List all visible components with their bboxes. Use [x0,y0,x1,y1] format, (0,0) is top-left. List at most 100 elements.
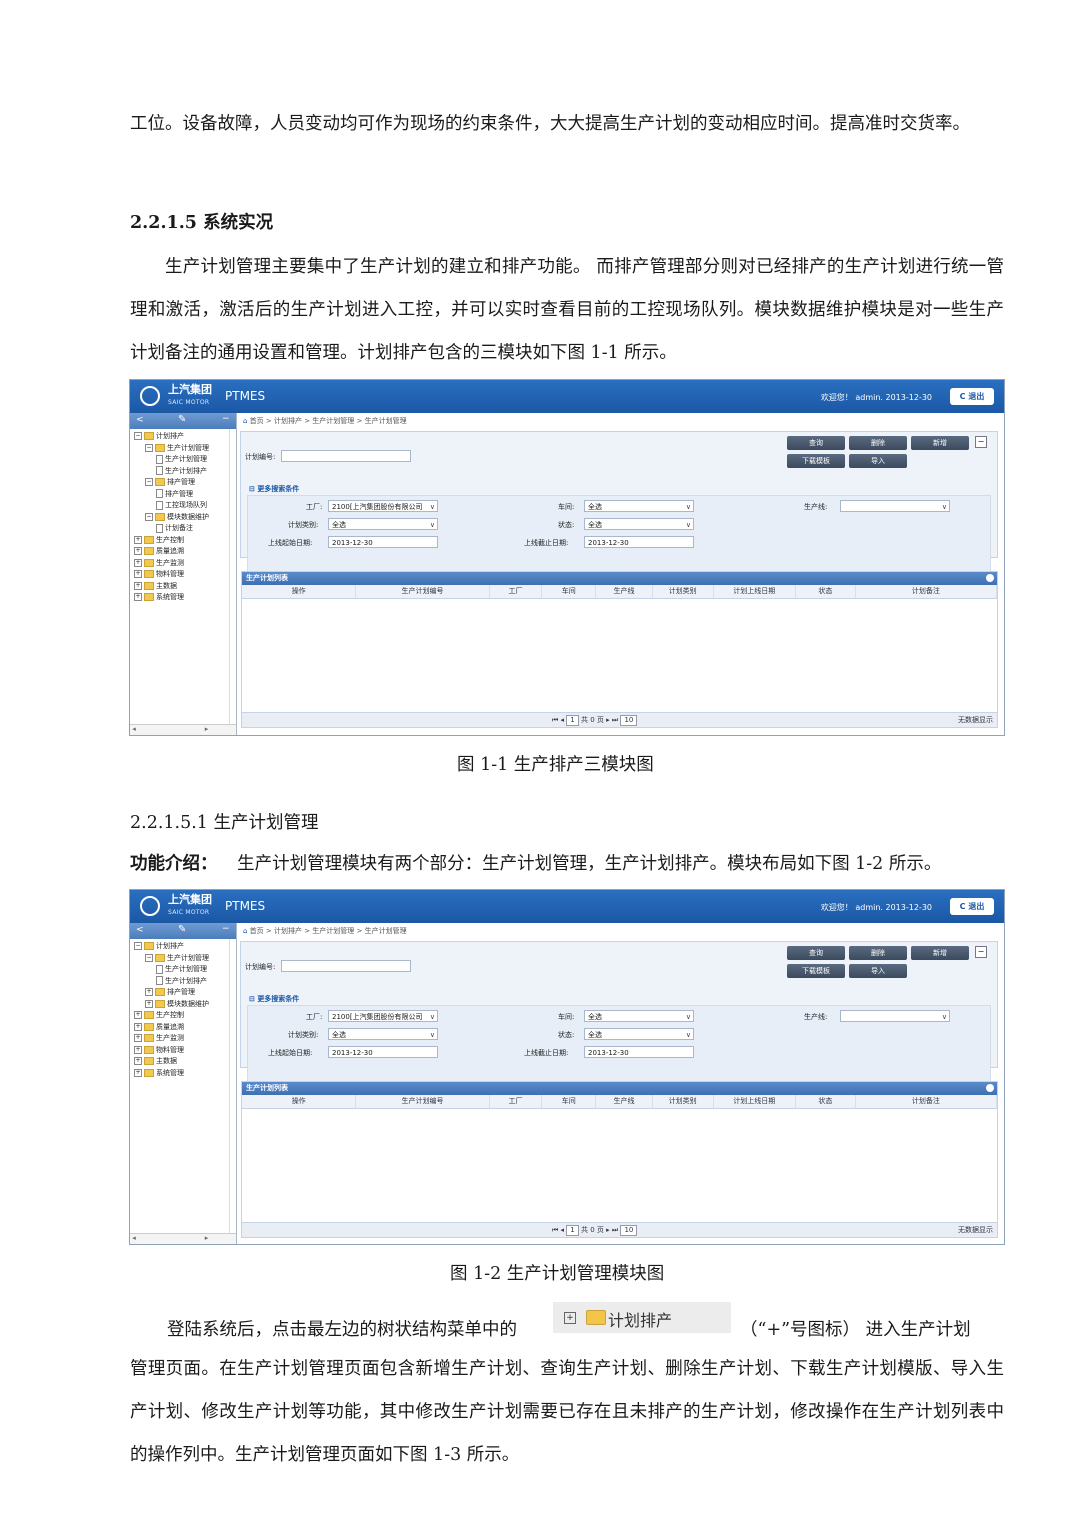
line-select[interactable] [840,1010,950,1022]
column-header[interactable]: 工厂 [490,1095,543,1108]
tree-item[interactable]: 生产计划排产 [130,976,209,988]
add-button[interactable]: 新增 [911,946,969,960]
download-template-button[interactable]: 下载模板 [787,454,845,468]
factory-select[interactable]: 2100[上汽集团股份有限公司 [328,500,438,512]
column-header[interactable]: 状态 [796,585,856,598]
plan-type-select[interactable]: 全选 [328,1028,438,1040]
column-header[interactable]: 计划备注 [856,585,998,598]
end-date-input[interactable]: 2013-12-30 [584,1046,694,1058]
sidebar-scrollbar[interactable] [229,429,236,725]
column-header[interactable]: 计划备注 [856,1095,998,1108]
collapse-node-icon[interactable]: − [145,512,153,521]
home-icon[interactable]: ⌂ [243,927,250,935]
expand-icon[interactable]: + [134,1011,142,1019]
expand-icon[interactable]: + [134,581,142,590]
sidebar-hscrollbar[interactable]: ◂ ▸ [130,1233,236,1244]
expand-icon[interactable]: + [134,1057,142,1065]
tree-item[interactable]: − 排产管理 [130,477,209,489]
collapse-node-icon[interactable]: − [134,942,142,950]
prev-page-icon[interactable]: ◂ [561,716,565,724]
collapse-icon[interactable]: < [136,415,144,425]
next-page-icon[interactable]: ▸ [606,1226,610,1234]
start-date-input[interactable]: 2013-12-30 [328,1046,438,1058]
tree-item[interactable]: − 计划排产 [130,431,209,443]
expand-icon[interactable]: + [134,1045,142,1054]
tree-item[interactable]: 工控现场队列 [130,500,209,512]
tree-item[interactable]: 生产计划排产 [130,466,209,478]
query-button[interactable]: 查询 [787,436,845,450]
column-header[interactable]: 操作 [242,1095,357,1108]
last-page-icon[interactable]: ⏭ [612,1226,618,1234]
expand-icon[interactable]: + [134,593,142,601]
tree-item[interactable]: − 模块数据维护 [130,512,209,524]
tree-item[interactable]: + 主数据 [130,581,209,593]
workshop-select[interactable]: 全选 [584,500,694,512]
factory-select[interactable]: 2100[上汽集团股份有限公司 [328,1010,438,1022]
column-header[interactable]: 工厂 [490,585,543,598]
sidebar-scrollbar[interactable] [229,939,236,1234]
tree-item[interactable]: − 生产计划管理 [130,953,209,965]
tree-item[interactable]: + 生产监测 [130,1033,209,1045]
expand-icon[interactable]: + [134,1022,142,1031]
collapse-panel-icon[interactable]: − [975,436,987,448]
plan-no-input[interactable] [281,450,411,462]
tree-item[interactable]: + 质量追溯 [130,1022,209,1034]
collapse-node-icon[interactable]: − [145,953,153,962]
delete-button[interactable]: 删除 [849,436,907,450]
first-page-icon[interactable]: ⏮ [552,1226,558,1234]
tree-item[interactable]: + 生产控制 [130,535,209,547]
plan-no-input[interactable] [281,960,411,972]
column-header[interactable]: 生产线 [596,1095,653,1108]
column-header[interactable]: 生产线 [596,585,653,598]
collapse-icon[interactable]: < [136,925,144,935]
expand-icon[interactable]: + [134,1068,142,1077]
column-header[interactable]: 计划类别 [653,1095,714,1108]
page-size-select[interactable]: 10 [620,715,638,726]
download-template-button[interactable]: 下载模板 [787,964,845,978]
tree-item[interactable]: + 物料管理 [130,1045,209,1057]
line-select[interactable] [840,500,950,512]
add-button[interactable]: 新增 [911,436,969,450]
workshop-select[interactable]: 全选 [584,1010,694,1022]
plan-type-select[interactable]: 全选 [328,518,438,530]
more-conditions-toggle[interactable]: ⊟ 更多搜索条件 [249,484,299,494]
next-page-icon[interactable]: ▸ [606,716,610,724]
page-input[interactable]: 1 [566,1225,579,1236]
expand-icon[interactable]: + [134,570,142,578]
collapse-panel-icon[interactable]: − [975,946,987,958]
column-header[interactable]: 生产计划编号 [356,585,490,598]
collapse-node-icon[interactable]: − [134,432,142,440]
tree-item[interactable]: + 排产管理 [130,987,209,999]
column-header[interactable]: 计划类别 [653,585,714,598]
tree-item[interactable]: + 生产控制 [130,1010,209,1022]
tree-item[interactable]: 生产计划管理 [130,454,209,466]
tree-item[interactable]: + 模块数据维护 [130,999,209,1011]
tree-item[interactable]: 排产管理 [130,489,209,501]
last-page-icon[interactable]: ⏭ [612,716,618,724]
tree-item[interactable]: + 系统管理 [130,592,209,604]
column-header[interactable]: 生产计划编号 [356,1095,490,1108]
column-header[interactable]: 计划上线日期 [714,585,797,598]
collapse-node-icon[interactable]: − [145,478,153,486]
query-button[interactable]: 查询 [787,946,845,960]
status-select[interactable]: 全选 [584,1028,694,1040]
import-button[interactable]: 导入 [849,964,907,978]
tree-item[interactable]: − 计划排产 [130,941,209,953]
minimize-icon[interactable]: − [222,414,230,424]
edit-icon[interactable]: ✎ [178,924,186,935]
end-date-input[interactable]: 2013-12-30 [584,536,694,548]
logout-button[interactable]: C 退出 [950,388,994,405]
tree-item[interactable]: + 主数据 [130,1056,209,1068]
column-header[interactable]: 状态 [796,1095,856,1108]
home-icon[interactable]: ⌂ [243,417,250,425]
expand-icon[interactable]: + [134,558,142,567]
column-header[interactable]: 操作 [242,585,357,598]
grid-toggle-icon[interactable] [986,574,994,582]
tree-item[interactable]: 生产计划管理 [130,964,209,976]
more-conditions-toggle[interactable]: ⊟ 更多搜索条件 [249,994,299,1004]
tree-item[interactable]: 计划备注 [130,523,209,535]
tree-item[interactable]: + 质量追溯 [130,546,209,558]
sidebar-hscrollbar[interactable]: ◂ ▸ [130,724,236,735]
import-button[interactable]: 导入 [849,454,907,468]
expand-icon[interactable]: + [134,535,142,544]
